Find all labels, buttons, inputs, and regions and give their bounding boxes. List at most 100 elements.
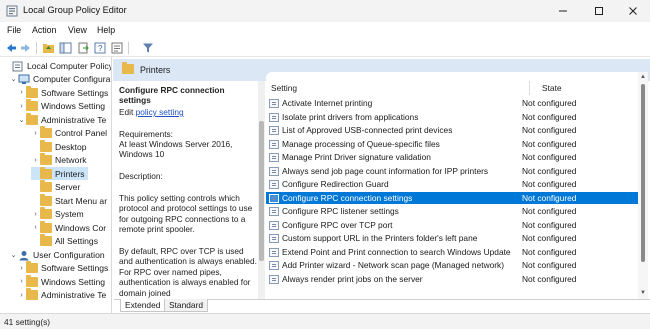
- column-divider[interactable]: [529, 81, 530, 95]
- expand-chevron-icon[interactable]: ›: [17, 103, 26, 110]
- tree-item[interactable]: › Software Settings: [17, 85, 108, 99]
- properties-icon[interactable]: [110, 41, 124, 55]
- up-folder-icon[interactable]: [41, 41, 55, 55]
- policy-setting-icon: [269, 166, 279, 176]
- view-tabs: Extended Standard: [114, 299, 650, 313]
- tree-item[interactable]: › Windows Setting: [17, 99, 105, 113]
- table-row[interactable]: Isolate print drivers from applications N…: [266, 111, 638, 123]
- table-row[interactable]: Always render print jobs on the server No…: [266, 273, 638, 285]
- expand-chevron-icon[interactable]: ›: [17, 89, 26, 96]
- table-row[interactable]: Activate Internet printing Not configured: [266, 97, 638, 109]
- folder-icon: [26, 274, 38, 287]
- collapse-chevron-icon[interactable]: ⌄: [17, 116, 26, 124]
- collapse-chevron-icon[interactable]: ⌄: [9, 251, 18, 259]
- tree-item[interactable]: › Network: [31, 153, 87, 167]
- title-bar: Local Group Policy Editor: [0, 0, 650, 22]
- table-row[interactable]: Configure RPC listener settings Not confi…: [266, 205, 638, 217]
- tree-item-label: User Configuration: [33, 249, 105, 260]
- show-hide-tree-icon[interactable]: [58, 41, 72, 55]
- tree-item-label: Administrative Te: [41, 114, 107, 125]
- menu-view[interactable]: View: [68, 25, 87, 35]
- tree-item-label: Windows Cor: [55, 222, 107, 233]
- expand-chevron-icon[interactable]: ›: [17, 265, 26, 272]
- toolbar-separator: [128, 42, 129, 54]
- table-row[interactable]: List of Approved USB-connected print dev…: [266, 124, 638, 136]
- collapse-chevron-icon[interactable]: ⌄: [9, 75, 18, 83]
- table-row[interactable]: Manage Print Driver signature validation…: [266, 151, 638, 163]
- tree-item[interactable]: Desktop: [31, 139, 87, 153]
- menu-action[interactable]: Action: [32, 25, 56, 35]
- help-icon[interactable]: ?: [93, 41, 107, 55]
- column-header-state[interactable]: State: [542, 83, 562, 93]
- expand-chevron-icon[interactable]: ›: [31, 157, 40, 164]
- computer-icon: [18, 74, 30, 84]
- tree-item-label: Computer Configura: [33, 74, 111, 84]
- tree-item[interactable]: › Windows Setting: [17, 274, 106, 288]
- setting-name: List of Approved USB-connected print dev…: [282, 125, 453, 135]
- policy-editor-app-icon: [6, 5, 18, 17]
- filter-icon[interactable]: [141, 41, 155, 55]
- table-row[interactable]: Configure RPC connection settings Not con…: [266, 191, 638, 204]
- tree-item[interactable]: › Software Settings: [17, 261, 108, 275]
- folder-icon: [40, 139, 52, 152]
- settings-list-scrollbar[interactable]: ▲ ▼: [638, 72, 648, 299]
- table-row[interactable]: Always send job page count information f…: [266, 165, 638, 177]
- maximize-icon[interactable]: [582, 0, 616, 22]
- tree-item[interactable]: Printers: [31, 166, 88, 180]
- table-row[interactable]: Custom support URL in the Printers folde…: [266, 232, 638, 244]
- expand-chevron-icon[interactable]: ›: [17, 278, 26, 285]
- table-row[interactable]: Add Printer wizard - Network scan page (…: [266, 259, 638, 271]
- expand-chevron-icon[interactable]: ›: [31, 130, 40, 137]
- description-scrollbar-thumb[interactable]: [259, 121, 264, 261]
- edit-policy-line: Edit policy setting: [119, 107, 257, 117]
- tree-item[interactable]: Server: [31, 180, 80, 194]
- description-title: Configure RPC connection settings: [119, 85, 225, 106]
- minimize-icon[interactable]: [546, 0, 580, 22]
- close-icon[interactable]: [616, 0, 650, 22]
- edit-policy-setting-link[interactable]: policy setting: [136, 107, 184, 117]
- folder-icon: [40, 166, 52, 179]
- description-scrollbar[interactable]: [258, 81, 265, 299]
- expand-chevron-icon[interactable]: ›: [17, 292, 26, 299]
- setting-state: Not configured: [522, 165, 577, 176]
- setting-name: Manage processing of Queue-specific file…: [282, 138, 440, 149]
- table-row[interactable]: Extend Point and Print connection to sea…: [266, 246, 638, 258]
- tab-standard[interactable]: Standard: [164, 299, 208, 312]
- tree-item[interactable]: ⌄ Administrative Te: [17, 112, 107, 126]
- tree-item-label: Windows Setting: [41, 276, 106, 287]
- toolbar: ?: [0, 39, 650, 57]
- tree-item[interactable]: › Windows Cor: [31, 220, 107, 234]
- setting-state: Not configured: [522, 233, 577, 243]
- menu-help[interactable]: Help: [97, 25, 115, 35]
- policy-setting-icon: [269, 274, 279, 284]
- table-row[interactable]: Manage processing of Queue-specific file…: [266, 138, 638, 150]
- tree-item[interactable]: ⌄ User Configuration: [9, 248, 105, 261]
- edit-prefix: Edit: [119, 107, 136, 117]
- forward-arrow-icon[interactable]: [19, 41, 33, 55]
- expand-chevron-icon[interactable]: ›: [31, 224, 40, 231]
- setting-name: Configure RPC over TCP port: [282, 219, 393, 230]
- back-arrow-icon[interactable]: [4, 41, 18, 55]
- column-header-setting[interactable]: Setting: [271, 83, 297, 93]
- table-row[interactable]: Configure RPC over TCP port Not configure…: [266, 219, 638, 231]
- export-list-icon[interactable]: [76, 41, 90, 55]
- tree-item-label: Start Menu ar: [55, 195, 108, 206]
- expand-chevron-icon[interactable]: ›: [31, 211, 40, 218]
- scroll-down-icon[interactable]: ▼: [640, 290, 646, 296]
- tree-item[interactable]: Local Computer Policy: [3, 59, 111, 72]
- tree-item[interactable]: › System: [31, 207, 84, 221]
- tab-extended[interactable]: Extended: [120, 299, 166, 312]
- menu-file[interactable]: File: [7, 25, 21, 35]
- requirements-text: At least Windows Server 2016, Windows 10: [119, 139, 233, 160]
- tree-item[interactable]: ⌄ Computer Configura: [9, 73, 110, 86]
- tree-item[interactable]: All Settings: [31, 234, 98, 248]
- scroll-up-icon[interactable]: ▲: [640, 74, 646, 80]
- setting-name: Extend Point and Print connection to sea…: [282, 246, 511, 257]
- tree-item[interactable]: Start Menu ar: [31, 193, 108, 207]
- settings-list-scrollbar-thumb[interactable]: [641, 84, 645, 262]
- tree-item[interactable]: › Control Panel: [31, 126, 107, 140]
- pane-header-title: Printers: [140, 65, 171, 75]
- table-row[interactable]: Configure Redirection Guard Not configure…: [266, 178, 638, 190]
- policy-setting-icon: [269, 193, 279, 203]
- tree-item[interactable]: › Administrative Te: [17, 288, 106, 302]
